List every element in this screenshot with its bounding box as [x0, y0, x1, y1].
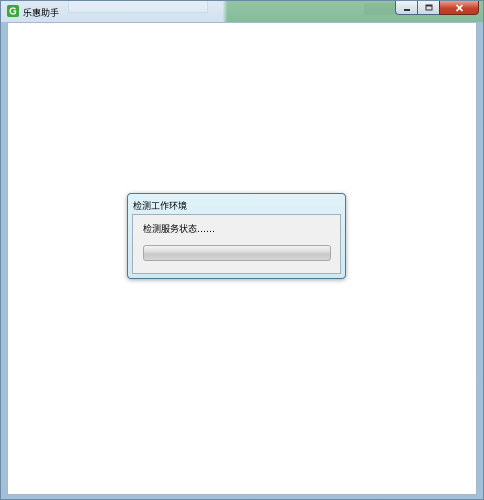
maximize-icon: [425, 4, 432, 11]
progress-bar: [143, 245, 331, 261]
maximize-button[interactable]: [417, 1, 439, 15]
minimize-button[interactable]: [395, 1, 417, 15]
close-button[interactable]: [439, 1, 479, 15]
dialog-body: 检测服务状态……: [132, 214, 341, 274]
dialog-title: 检测工作环境: [133, 202, 188, 212]
caption-buttons: [395, 1, 479, 15]
window-title: 乐惠助手: [23, 9, 60, 19]
minimize-icon: [403, 8, 410, 11]
environment-check-dialog: 检测工作环境 检测服务状态……: [127, 193, 346, 279]
close-icon: [455, 3, 463, 12]
app-logo-icon: [7, 5, 19, 17]
title-bar[interactable]: 乐惠助手: [1, 1, 483, 21]
status-text: 检测服务状态……: [143, 225, 216, 235]
